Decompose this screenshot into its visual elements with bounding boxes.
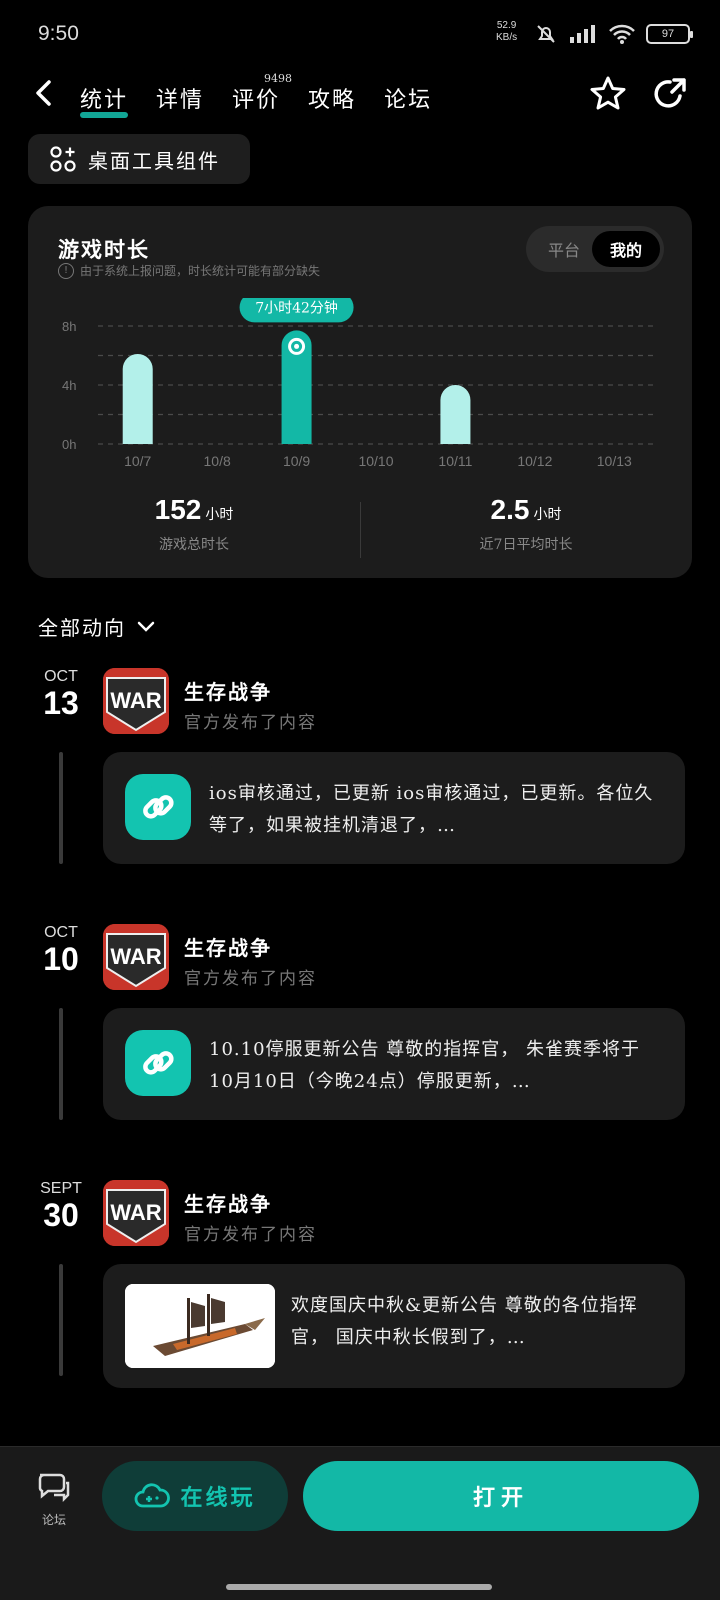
post-source: 官方发布了内容 [184,969,317,989]
playtime-title: 游戏时长 [58,237,150,262]
tooltip-text: 7小时42分钟 [255,299,338,316]
status-icons: 97 [534,22,693,46]
post-text: 10.10停服更新公告 尊敬的指挥官， 朱雀赛季将于10月10日（今晚24点）停… [209,1039,640,1092]
top-nav: 统计 详情 评价 9498 攻略 论坛 [0,70,720,120]
tab-details[interactable]: 详情 [156,70,204,114]
mute-icon [537,25,555,43]
feed-entry: OCT 13 WAR 生存战争 官方发布了内容 ios审核通过，已更新 ios审… [0,668,720,908]
toggle-mine[interactable]: 我的 [592,231,660,267]
timeline-line [59,1008,63,1120]
net-speed: 52.9 KB/s [496,20,518,43]
status-time: 9:50 [38,22,79,45]
open-game-button[interactable]: 打开 [303,1461,699,1531]
home-indicator [226,1584,492,1590]
signal-icon [570,25,595,43]
post-card[interactable]: ios审核通过，已更新 ios审核通过，已更新。各位久等了，如果被挂机清退了，… [103,752,685,864]
tab-guides[interactable]: 攻略 [308,70,356,114]
share-icon[interactable] [650,74,690,114]
y-tick-label: 8h [62,319,76,334]
avg-playtime: 2.5 小时 近7日平均时长 [479,494,573,553]
bar [122,354,153,444]
svg-text:WAR: WAR [110,944,161,969]
timeline-line [59,752,63,864]
wifi-icon [609,24,635,44]
nav-actions [588,74,690,114]
game-icon[interactable]: WAR [103,924,169,990]
playtime-chart: 0h 4h 8h 10/7 10/8 7小时42分钟 10/9 10/10 10/11 10/12… [62,298,654,469]
x-tick-label: 10/8 [204,453,231,469]
forum-button[interactable]: 论坛 [34,1469,74,1528]
tab-bar: 统计 详情 评价 9498 攻略 论坛 [80,70,432,118]
tab-forum[interactable]: 论坛 [384,70,432,114]
post-text: 欢度国庆中秋&更新公告 尊敬的各位指挥官， 国庆中秋长假到了，… [291,1295,638,1348]
game-name: 生存战争 [184,936,272,960]
info-icon: ! [58,262,74,279]
total-playtime: 152 小时 游戏总时长 [154,494,234,553]
svg-text:WAR: WAR [110,1200,161,1225]
post-source: 官方发布了内容 [184,713,317,733]
link-icon [125,774,191,840]
ship-image [125,1284,275,1368]
cloud-play-button[interactable]: 在线玩 [102,1461,288,1531]
toggle-platform[interactable]: 平台 [530,231,598,267]
chevron-down-icon [137,621,155,632]
x-tick-label: 10/11 [438,453,472,469]
post-card[interactable]: 10.10停服更新公告 尊敬的指挥官， 朱雀赛季将于10月10日（今晚24点）停… [103,1008,685,1120]
widget-grid-icon [50,146,76,172]
bottom-action-bar: 论坛 在线玩 打开 [0,1446,720,1600]
playtime-toggle: 平台 我的 [526,226,664,272]
review-count-badge: 9498 [264,72,293,85]
entry-date: SEPT 30 [40,1180,82,1233]
feed-entry: SEPT 30 WAR 生存战争 官方发布了内容 欢度国庆中秋&更新公告 尊敬的… [0,1180,720,1420]
feed-entry: OCT 10 WAR 生存战争 官方发布了内容 10.10停服更新公告 尊敬的指… [0,924,720,1164]
game-icon[interactable]: WAR [103,668,169,734]
game-icon[interactable]: WAR [103,1180,169,1246]
x-tick-label: 10/9 [283,453,310,469]
feed-filter-dropdown[interactable]: 全部动向 [38,612,156,641]
chat-bubble-icon [38,1473,70,1503]
back-arrow-icon[interactable] [30,78,60,108]
x-tick-label: 10/13 [597,453,632,469]
entry-date: OCT 10 [43,924,79,977]
timeline-line [59,1264,63,1376]
x-tick-label: 10/10 [358,453,393,469]
battery-icon: 97 [646,24,693,44]
bar [440,385,471,444]
tab-stats[interactable]: 统计 [80,70,129,118]
game-name: 生存战争 [184,680,272,704]
tab-reviews[interactable]: 评价 9498 [232,70,292,114]
status-bar: 9:50 52.9 KB/s 97 [0,0,720,70]
cloud-gamepad-icon [135,1483,171,1508]
post-thumbnail-image [125,1284,275,1368]
playtime-note: ! 由于系统上报问题，时长统计可能有部分缺失 [58,262,320,279]
y-tick-label: 4h [62,378,76,393]
star-favorite-icon[interactable] [588,74,628,114]
bar-selected-dot [294,343,300,349]
svg-text:WAR: WAR [110,688,161,713]
link-icon [125,1030,191,1096]
post-source: 官方发布了内容 [184,1225,317,1245]
y-tick-label: 0h [62,437,76,452]
post-card[interactable]: 欢度国庆中秋&更新公告 尊敬的各位指挥官， 国庆中秋长假到了，… [103,1264,685,1388]
entry-date: OCT 13 [43,668,79,721]
desktop-widget-button[interactable]: 桌面工具组件 [28,134,250,184]
playtime-card: 游戏时长 ! 由于系统上报问题，时长统计可能有部分缺失 平台 我的 0h 4h 8h… [28,206,692,578]
x-tick-label: 10/7 [124,453,151,469]
post-text: ios审核通过，已更新 ios审核通过，已更新。各位久等了，如果被挂机清退了，… [209,783,654,836]
x-tick-label: 10/12 [517,453,552,469]
game-name: 生存战争 [184,1192,272,1216]
